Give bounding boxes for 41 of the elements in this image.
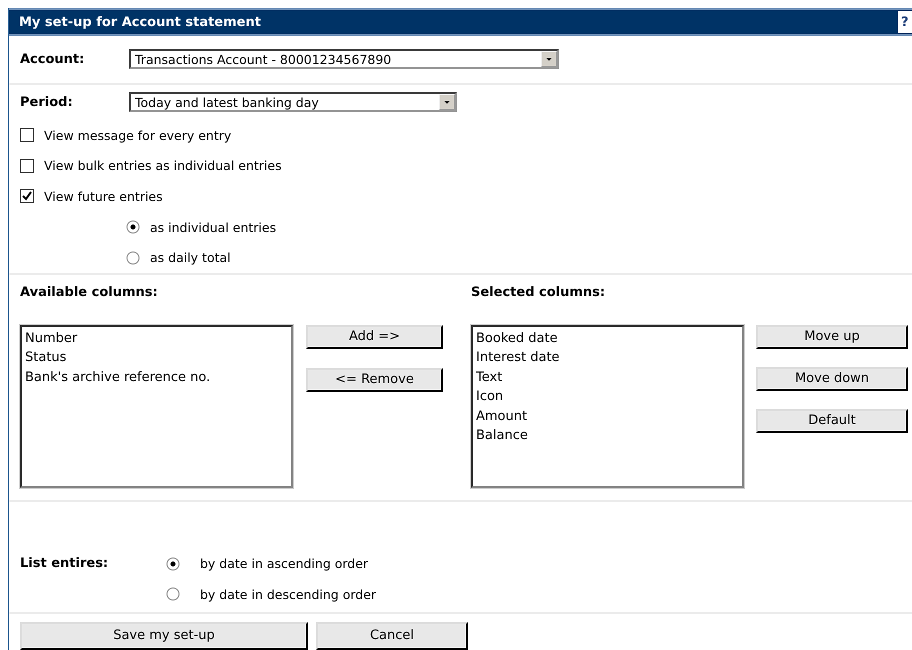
period-select[interactable]: Today and latest banking day [129,92,457,112]
checkbox[interactable] [20,189,34,204]
radio-button[interactable] [166,587,180,602]
checkbox[interactable] [20,128,34,142]
radio-label: by date in descending order [200,586,376,602]
list-item[interactable]: Interest date [476,348,739,368]
transfer-button[interactable]: Add => [306,324,443,349]
list-item[interactable]: Number [25,328,288,348]
available-columns-heading: Available columns: [20,284,159,302]
account-select[interactable]: Transactions Account - 80001234567890 [129,49,559,70]
radio-label: by date in ascending order [200,556,368,571]
available-columns-list[interactable]: Number Status Bank's archive reference no. [20,324,293,488]
checkbox[interactable] [20,158,34,173]
radio-label: as individual entries [150,220,276,234]
radio-button[interactable] [126,220,140,234]
list-item[interactable]: Balance [476,426,739,446]
list-entries-label: List entires: [20,556,110,571]
radio-label: as daily total [150,250,231,266]
order-button[interactable]: Move up [756,324,908,349]
selected-columns-heading: Selected columns: [471,284,606,302]
checkbox-label: View message for every entry [44,128,232,143]
order-button[interactable]: Default [756,408,908,433]
list-item[interactable]: Booked date [476,328,739,348]
list-item[interactable]: Bank's archive reference no. [25,368,288,388]
selected-columns-list[interactable]: Booked date Interest date Text Icon Amount Balance [471,324,744,488]
order-button[interactable]: Move down [756,366,908,391]
radio-button[interactable] [126,250,140,265]
checkbox-label: View bulk entries as individual entries [44,158,282,174]
cancel-button[interactable]: Cancel [316,622,468,650]
list-item[interactable]: Status [25,348,288,368]
panel-title: My set-up for Account statement [19,14,261,30]
list-item[interactable]: Amount [476,406,739,426]
save-button[interactable]: Save my set-up [20,622,308,650]
transfer-button[interactable]: <= Remove [306,368,443,392]
account-label: Account: [20,52,86,67]
checkbox-label: View future entries [44,188,163,204]
period-label: Period: [20,94,74,110]
list-item[interactable]: Text [476,368,739,388]
radio-button[interactable] [166,556,180,571]
help-button[interactable]: ? [898,11,912,34]
list-item[interactable]: Icon [476,387,739,407]
